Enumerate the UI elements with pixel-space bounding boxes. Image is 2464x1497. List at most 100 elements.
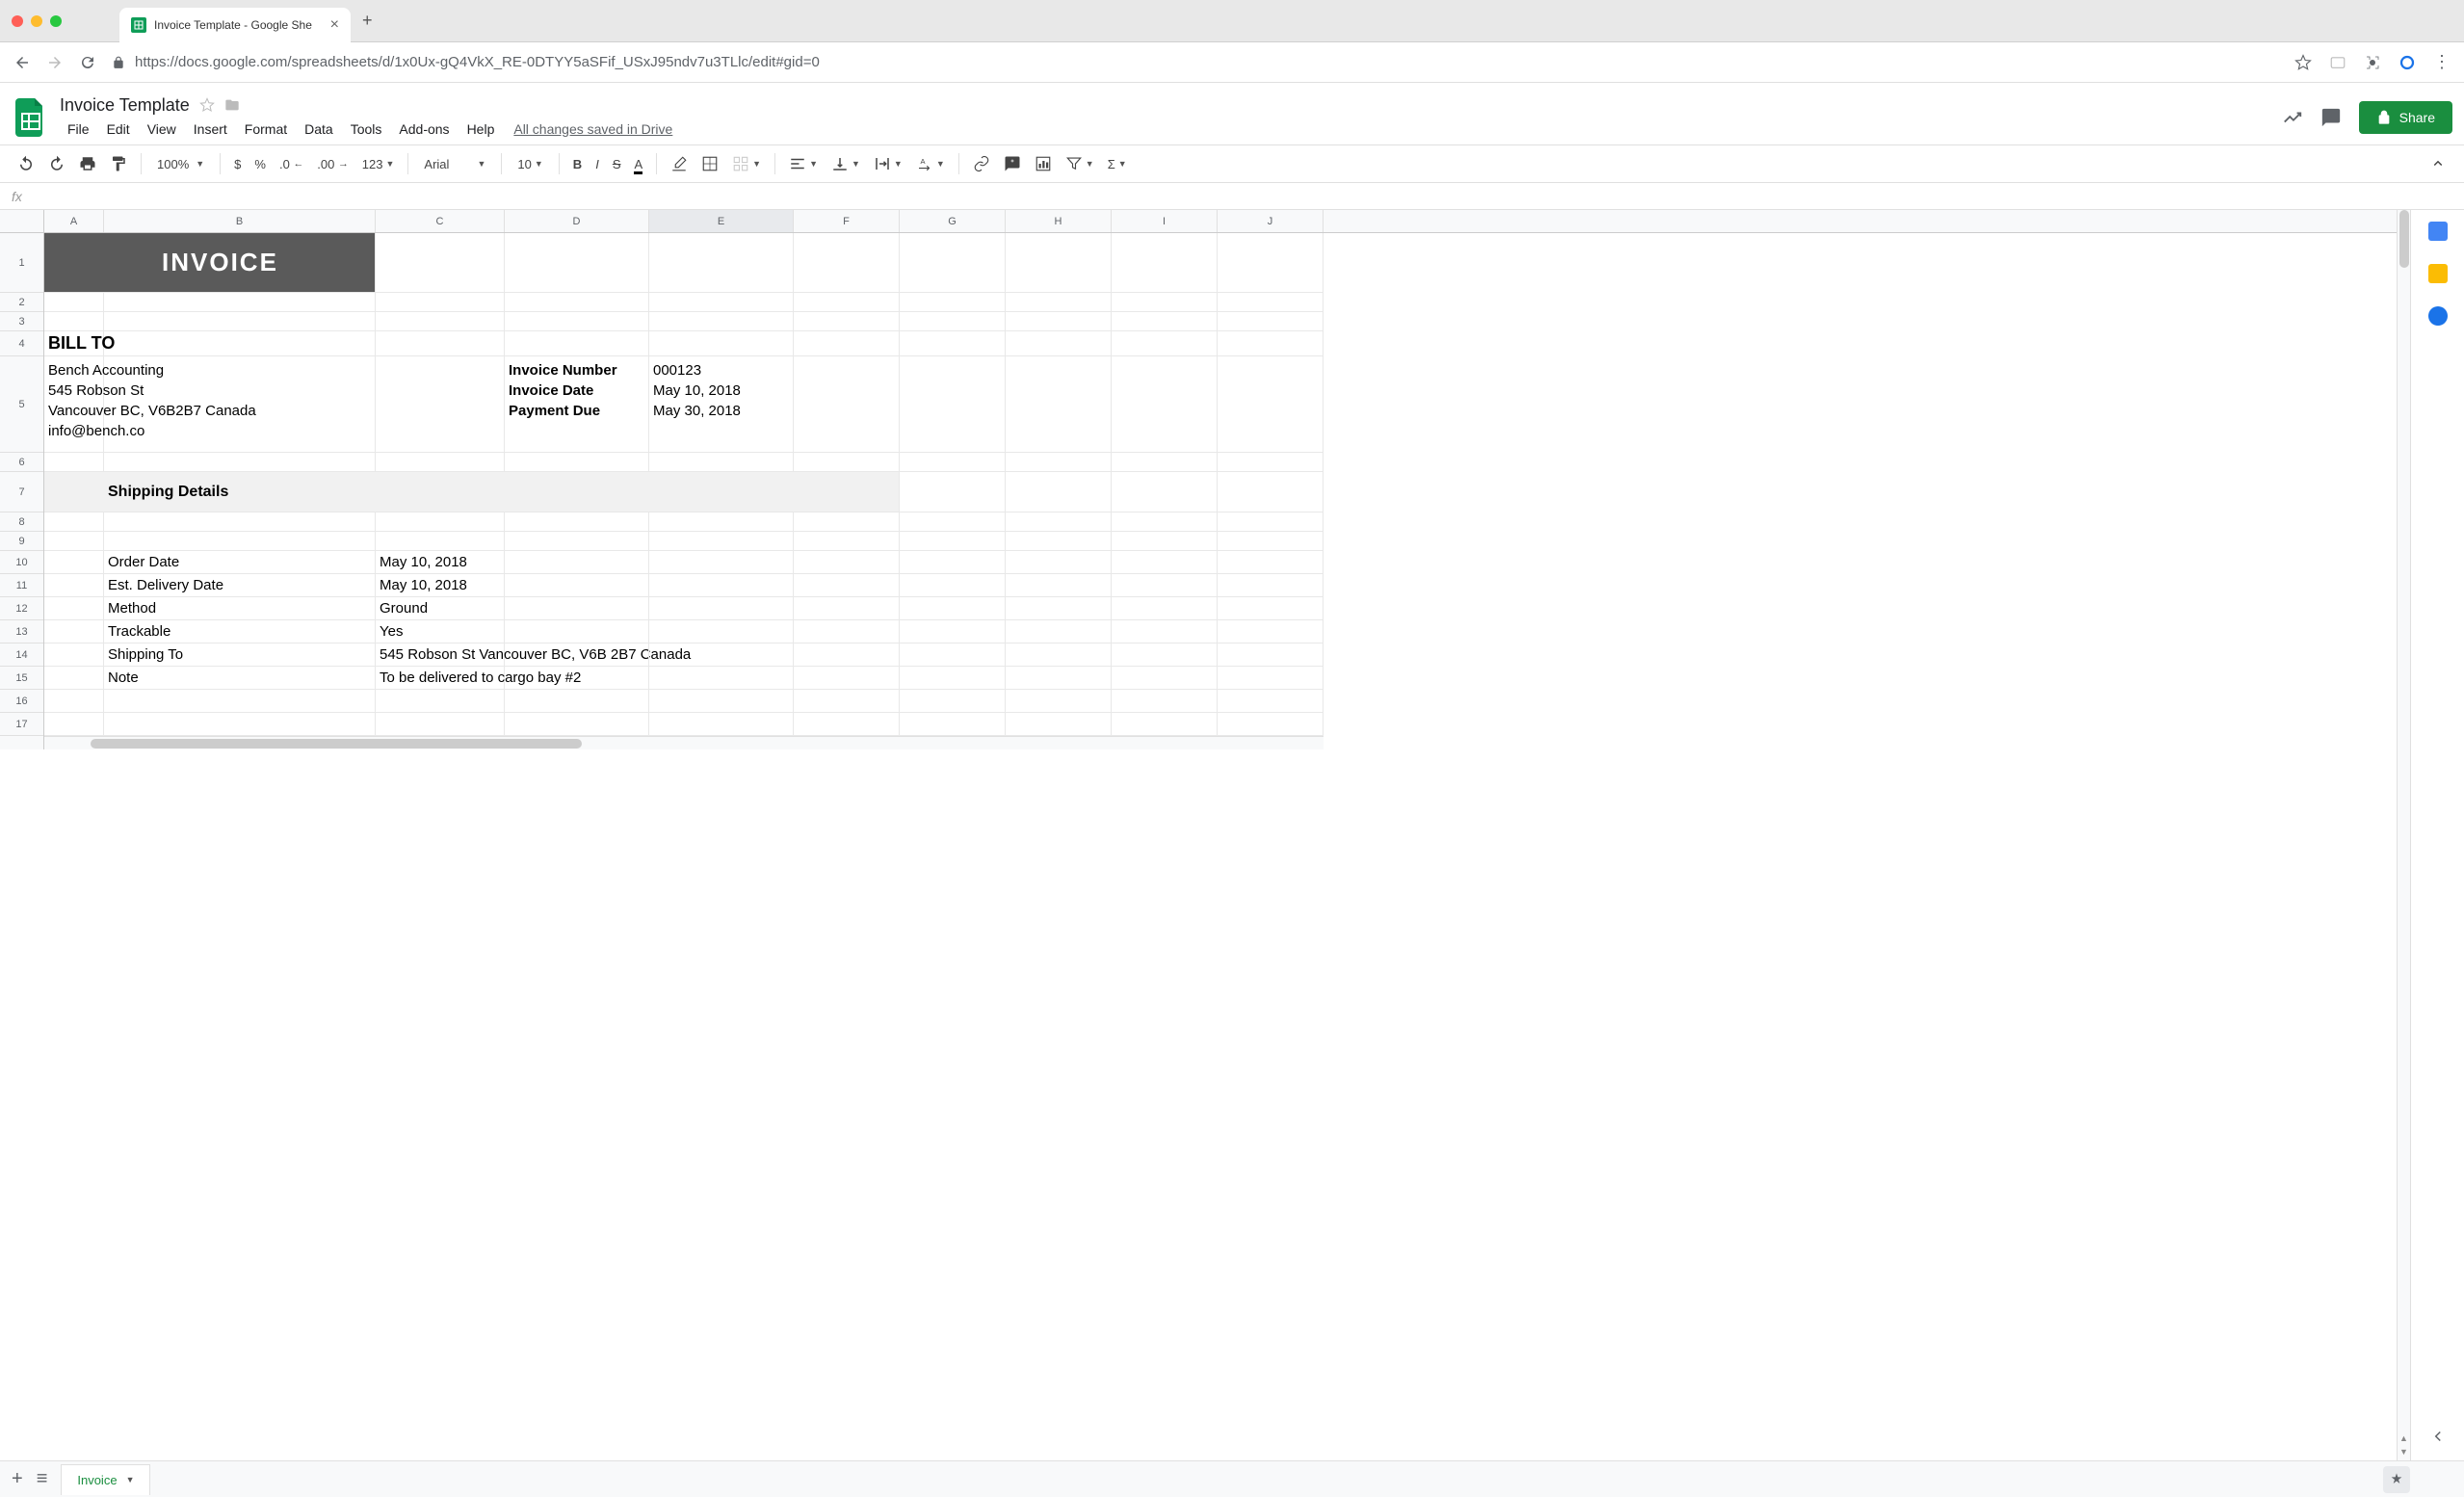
menu-tools[interactable]: Tools bbox=[343, 118, 390, 141]
tasks-addon-icon[interactable] bbox=[2428, 306, 2448, 326]
cell-H5[interactable] bbox=[1006, 356, 1112, 453]
cell-B17[interactable] bbox=[104, 713, 376, 736]
cell-J11[interactable] bbox=[1218, 574, 1324, 597]
cell-H12[interactable] bbox=[1006, 597, 1112, 620]
vertical-align-button[interactable]: ▼ bbox=[826, 150, 866, 177]
cell-B8[interactable] bbox=[104, 512, 376, 532]
cell-F6[interactable] bbox=[794, 453, 900, 472]
cell-G11[interactable] bbox=[900, 574, 1006, 597]
cell-D5[interactable]: Invoice Number Invoice Date Payment Due bbox=[505, 356, 649, 453]
cell-C8[interactable] bbox=[376, 512, 505, 532]
menu-data[interactable]: Data bbox=[297, 118, 341, 141]
cell-D4[interactable] bbox=[505, 331, 649, 356]
cell-G12[interactable] bbox=[900, 597, 1006, 620]
cell-C13[interactable]: Yes bbox=[376, 620, 505, 643]
col-header-C[interactable]: C bbox=[376, 210, 505, 232]
chrome-menu-button[interactable]: ⋮ bbox=[2433, 52, 2451, 72]
cell-G14[interactable] bbox=[900, 643, 1006, 667]
italic-button[interactable]: I bbox=[590, 152, 605, 176]
bookmark-star-icon[interactable] bbox=[2294, 54, 2312, 71]
scroll-down-arrow[interactable]: ▼ bbox=[2398, 1447, 2410, 1460]
cell-D12[interactable] bbox=[505, 597, 649, 620]
cell-H4[interactable] bbox=[1006, 331, 1112, 356]
comments-icon[interactable] bbox=[2320, 107, 2342, 128]
menu-insert[interactable]: Insert bbox=[186, 118, 235, 141]
insert-comment-button[interactable] bbox=[998, 150, 1027, 177]
new-tab-button[interactable]: + bbox=[362, 11, 373, 31]
cell-E2[interactable] bbox=[649, 293, 794, 312]
menu-help[interactable]: Help bbox=[459, 118, 503, 141]
cell-A13[interactable] bbox=[44, 620, 104, 643]
cell-A10[interactable] bbox=[44, 551, 104, 574]
cell-A11[interactable] bbox=[44, 574, 104, 597]
cell-H14[interactable] bbox=[1006, 643, 1112, 667]
cell-E8[interactable] bbox=[649, 512, 794, 532]
close-window-button[interactable] bbox=[12, 15, 23, 27]
cell-A15[interactable] bbox=[44, 667, 104, 690]
cell-A9[interactable] bbox=[44, 532, 104, 551]
cell-C6[interactable] bbox=[376, 453, 505, 472]
merge-cells-button[interactable]: ▼ bbox=[726, 150, 767, 177]
cell-H2[interactable] bbox=[1006, 293, 1112, 312]
sheet-tab-dropdown-icon[interactable]: ▼ bbox=[126, 1475, 135, 1484]
col-header-B[interactable]: B bbox=[104, 210, 376, 232]
cell-A16[interactable] bbox=[44, 690, 104, 713]
cell-G4[interactable] bbox=[900, 331, 1006, 356]
increase-decimal-button[interactable]: .00 → bbox=[311, 152, 354, 176]
cell-C4[interactable] bbox=[376, 331, 505, 356]
extension-icon-2[interactable] bbox=[2364, 54, 2381, 71]
cell-H16[interactable] bbox=[1006, 690, 1112, 713]
cell-A14[interactable] bbox=[44, 643, 104, 667]
cell-D6[interactable] bbox=[505, 453, 649, 472]
cell-A2[interactable] bbox=[44, 293, 104, 312]
cell-D11[interactable] bbox=[505, 574, 649, 597]
formula-input[interactable] bbox=[32, 189, 2452, 203]
text-color-button[interactable]: A bbox=[628, 152, 648, 176]
minimize-window-button[interactable] bbox=[31, 15, 42, 27]
cell-G6[interactable] bbox=[900, 453, 1006, 472]
cell-A12[interactable] bbox=[44, 597, 104, 620]
row-header-14[interactable]: 14 bbox=[0, 643, 43, 667]
document-title[interactable]: Invoice Template bbox=[60, 95, 190, 116]
cell-E1[interactable] bbox=[649, 233, 794, 293]
all-sheets-button[interactable]: ≡ bbox=[37, 1468, 48, 1490]
cell-H9[interactable] bbox=[1006, 532, 1112, 551]
save-status[interactable]: All changes saved in Drive bbox=[513, 121, 672, 137]
font-size-dropdown[interactable]: 10▼ bbox=[510, 157, 550, 171]
cell-J12[interactable] bbox=[1218, 597, 1324, 620]
cell-J7[interactable] bbox=[1218, 472, 1324, 512]
cell-E6[interactable] bbox=[649, 453, 794, 472]
col-header-I[interactable]: I bbox=[1112, 210, 1218, 232]
cell-I8[interactable] bbox=[1112, 512, 1218, 532]
cell-J10[interactable] bbox=[1218, 551, 1324, 574]
row-header-12[interactable]: 12 bbox=[0, 597, 43, 620]
cell-G8[interactable] bbox=[900, 512, 1006, 532]
calendar-addon-icon[interactable] bbox=[2428, 222, 2448, 241]
sheet-tab-invoice[interactable]: Invoice ▼ bbox=[61, 1464, 150, 1495]
filter-button[interactable]: ▼ bbox=[1060, 150, 1100, 177]
col-header-E[interactable]: E bbox=[649, 210, 794, 232]
row-header-15[interactable]: 15 bbox=[0, 667, 43, 690]
paint-format-button[interactable] bbox=[104, 150, 133, 177]
cell-I3[interactable] bbox=[1112, 312, 1218, 331]
cell-B5[interactable] bbox=[104, 356, 376, 453]
cell-J1[interactable] bbox=[1218, 233, 1324, 293]
undo-button[interactable] bbox=[12, 150, 40, 177]
cell-B2[interactable] bbox=[104, 293, 376, 312]
cell-H11[interactable] bbox=[1006, 574, 1112, 597]
forward-button[interactable] bbox=[46, 54, 64, 71]
cell-F11[interactable] bbox=[794, 574, 900, 597]
cell-F4[interactable] bbox=[794, 331, 900, 356]
move-to-folder-icon[interactable] bbox=[224, 97, 240, 113]
cell-J17[interactable] bbox=[1218, 713, 1324, 736]
cell-C14[interactable]: 545 Robson St Vancouver BC, V6B 2B7 Cana… bbox=[376, 643, 505, 667]
cell-B6[interactable] bbox=[104, 453, 376, 472]
col-header-F[interactable]: F bbox=[794, 210, 900, 232]
collapse-toolbar-button[interactable] bbox=[2424, 150, 2452, 177]
cell-F1[interactable] bbox=[794, 233, 900, 293]
tab-close-button[interactable]: × bbox=[330, 16, 339, 34]
cell-G5[interactable] bbox=[900, 356, 1006, 453]
cell-I10[interactable] bbox=[1112, 551, 1218, 574]
cell-F5[interactable] bbox=[794, 356, 900, 453]
cell-F16[interactable] bbox=[794, 690, 900, 713]
